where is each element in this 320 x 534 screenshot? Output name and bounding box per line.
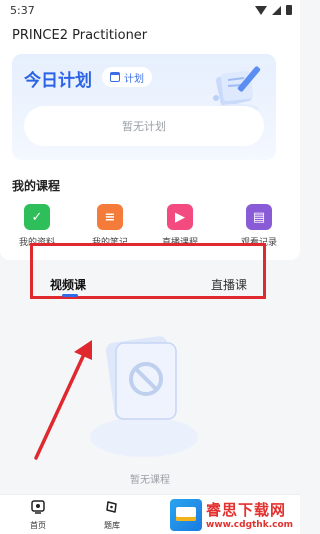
plan-empty-placeholder: 暂无计划 [24, 106, 264, 146]
watermark-url: www.cdgthk.com [206, 520, 294, 530]
site-watermark: 睿思下载网 www.cdgthk.com [166, 495, 300, 534]
wifi-icon [255, 5, 267, 15]
today-plan-card[interactable]: 今日计划 计划 暂无计划 [12, 54, 276, 160]
status-time: 5:37 [10, 4, 35, 17]
nav-home[interactable]: 首页 [18, 499, 58, 531]
nav-question-bank-label: 题库 [104, 521, 120, 530]
status-bar: 5:37 [0, 0, 300, 22]
app-title[interactable]: PRINCE2 Practitioner [12, 28, 147, 43]
plan-button[interactable]: 计划 [102, 67, 152, 87]
play-icon: ▶ [167, 204, 193, 230]
calendar-icon [110, 72, 120, 82]
tab-live-courses[interactable]: 直播课 [211, 276, 247, 293]
plan-button-label: 计划 [124, 73, 144, 85]
empty-courses-illustration-icon [90, 336, 198, 457]
signal-icon [272, 5, 281, 15]
empty-courses-text: 暂无课程 [130, 475, 170, 486]
active-tab-indicator [62, 294, 78, 297]
plan-title: 今日计划 [24, 71, 92, 91]
home-icon [31, 500, 45, 514]
watermark-title: 睿思下载网 [206, 501, 287, 519]
book-icon: ▤ [246, 204, 272, 230]
watermark-logo-icon [170, 498, 202, 531]
system-icons [255, 5, 292, 15]
my-courses-title: 我的课程 [12, 179, 61, 193]
notes-icon: ≡ [97, 204, 123, 230]
nav-question-bank[interactable]: 题库 [92, 499, 132, 531]
course-tabs-highlight: 视频课 直播课 [30, 243, 266, 299]
watermark-text: 睿思下载网 www.cdgthk.com [206, 499, 293, 530]
tab-video-courses[interactable]: 视频课 [50, 276, 86, 293]
home-top-panel: PRINCE2 Practitioner 今日计划 计划 暂无计划 我的课程 ✓… [0, 22, 300, 260]
nav-home-label: 首页 [30, 521, 46, 530]
check-icon: ✓ [24, 204, 50, 230]
battery-icon [286, 5, 292, 15]
question-bank-icon [106, 501, 117, 513]
